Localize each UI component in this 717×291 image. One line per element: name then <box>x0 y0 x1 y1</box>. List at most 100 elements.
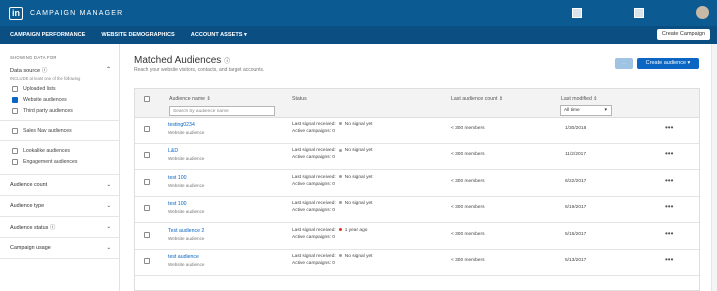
more-options-icon[interactable]: ••• <box>665 176 673 185</box>
more-options-icon[interactable]: ••• <box>665 149 673 158</box>
checkbox[interactable] <box>12 85 18 92</box>
help-icon[interactable]: ⓘ <box>224 59 230 65</box>
option-third-party-audiences[interactable]: Third party audiences <box>12 105 119 116</box>
section-label: Campaign usage <box>10 245 51 251</box>
signal-label: Last signal received: <box>292 201 336 207</box>
audience-count: < 300 members <box>451 231 485 237</box>
status-signal: Last signal received: No signal yet <box>292 122 372 127</box>
more-options-icon[interactable]: ••• <box>665 229 673 238</box>
avatar[interactable] <box>696 6 709 19</box>
option-sales-nav-audiences[interactable]: Sales Nav audiences <box>12 125 119 136</box>
help-icon[interactable]: ⓘ <box>50 225 55 231</box>
audience-type: Website audience <box>168 156 205 162</box>
nav-account-assets[interactable]: ACCOUNT ASSETS ▾ <box>191 32 247 38</box>
checkbox[interactable] <box>12 107 18 114</box>
signal-label: Last signal received: <box>292 254 336 259</box>
audience-name-link[interactable]: testing0234 <box>168 122 195 128</box>
active-campaigns: Active campaigns: 0 <box>292 208 335 214</box>
audience-name-link[interactable]: test audience <box>168 254 199 260</box>
row-checkbox[interactable] <box>144 258 150 264</box>
audience-type: Website audience <box>168 130 205 135</box>
table-row[interactable]: Test audience 2 Website audience Last si… <box>135 224 699 250</box>
option-website-audiences[interactable]: Website audiences <box>12 94 119 105</box>
row-checkbox[interactable] <box>144 152 150 159</box>
signal-label: Last signal received: <box>292 174 336 180</box>
option-label: Engagement audiences <box>23 158 78 165</box>
status-signal: Last signal received: No signal yet <box>292 175 372 180</box>
table-row[interactable]: test audience Website audience Last sign… <box>135 250 699 276</box>
last-modified: 11/2/2017 <box>565 152 586 158</box>
create-audience-button[interactable]: Create audience ▾ <box>637 58 699 69</box>
section-campaign-usage[interactable]: Campaign usage ⌄ <box>0 238 119 259</box>
option-lookalike-audiences[interactable]: Lookalike audiences <box>12 145 119 156</box>
data-source-header[interactable]: Data source ⓘ ⌃ <box>10 66 111 74</box>
section-audience-count[interactable]: Audience count ⌄ <box>0 175 119 196</box>
checkbox[interactable] <box>12 127 18 134</box>
audience-name-link[interactable]: Test audience 2 <box>168 228 204 234</box>
table-row[interactable]: testing0234 Website audience Last signal… <box>135 118 699 144</box>
more-options-icon[interactable]: ••• <box>665 123 673 132</box>
signal-value: 1 year ago <box>344 227 368 233</box>
linkedin-logo-icon[interactable]: in <box>9 6 23 20</box>
account-thumbnail-icon-2[interactable] <box>634 7 644 18</box>
more-options-icon[interactable]: ••• <box>665 255 673 264</box>
table-row[interactable]: L&D Website audience Last signal receive… <box>135 144 699 171</box>
nav-campaign-performance[interactable]: CAMPAIGN PERFORMANCE <box>10 32 85 38</box>
signal-value: No signal yet <box>344 174 373 180</box>
create-campaign-button[interactable]: Create Campaign <box>656 29 710 40</box>
divider <box>0 140 119 141</box>
header-last-modified[interactable]: Last modified ⇕ <box>561 96 598 102</box>
table-row[interactable]: test 100 Website audience Last signal re… <box>135 171 699 197</box>
audience-type: Website audience <box>168 262 205 267</box>
account-thumbnail-icon[interactable] <box>572 7 582 18</box>
audience-name-link[interactable]: L&D <box>168 148 178 154</box>
checkbox-checked[interactable] <box>12 96 18 103</box>
more-actions-button[interactable]: ··· <box>615 58 633 69</box>
page-title: Matched Audiences ⓘ <box>134 55 230 66</box>
row-checkbox[interactable] <box>144 231 150 238</box>
option-uploaded-lists[interactable]: Uploaded lists <box>12 83 119 94</box>
audiences-table: Audience name ⇕ Status Last audience cou… <box>134 88 700 291</box>
row-checkbox[interactable] <box>144 205 150 212</box>
header-audience-name[interactable]: Audience name ⇕ <box>169 96 211 102</box>
audience-name-link[interactable]: test 100 <box>168 201 186 207</box>
signal-label: Last signal received: <box>292 227 336 233</box>
scrollbar[interactable] <box>711 44 717 291</box>
top-bar: in CAMPAIGN MANAGER <box>0 0 717 26</box>
last-modified: 5/13/2017 <box>565 258 587 263</box>
option-engagement-audiences[interactable]: Engagement audiences <box>12 156 119 167</box>
checkbox[interactable] <box>12 158 18 165</box>
status-signal: Last signal received: 1 year ago <box>292 228 367 233</box>
app-title: CAMPAIGN MANAGER <box>30 9 124 17</box>
audience-name-link[interactable]: test 100 <box>168 175 186 181</box>
row-checkbox[interactable] <box>144 126 150 132</box>
nav-bar: CAMPAIGN PERFORMANCE WEBSITE DEMOGRAPHIC… <box>0 26 717 44</box>
divider <box>0 167 119 175</box>
chevron-down-icon: ⌄ <box>106 245 111 251</box>
last-modified: 6/22/2017 <box>565 178 587 184</box>
last-modified: 1/30/2018 <box>565 126 587 131</box>
status-dot-icon <box>338 175 342 179</box>
table-row[interactable]: test 100 Website audience Last signal re… <box>135 197 699 224</box>
date-range-select[interactable]: All time ▾ <box>560 105 612 116</box>
section-label-text: Audience status <box>10 225 49 231</box>
chevron-up-icon[interactable]: ⌃ <box>106 66 111 73</box>
more-options-icon[interactable]: ••• <box>665 202 673 211</box>
page-title-text: Matched Audiences <box>134 55 222 66</box>
status-dot-icon <box>338 254 342 258</box>
section-label: Audience type <box>10 203 45 209</box>
signal-value: No signal yet <box>344 148 373 154</box>
nav-website-demographics[interactable]: WEBSITE DEMOGRAPHICS <box>101 32 174 38</box>
search-input[interactable] <box>169 106 275 116</box>
help-icon[interactable]: ⓘ <box>42 68 48 74</box>
signal-value: No signal yet <box>344 201 373 207</box>
row-checkbox[interactable] <box>144 178 150 185</box>
checkbox[interactable] <box>12 147 18 154</box>
section-audience-status[interactable]: Audience status ⓘ ⌄ <box>0 217 119 238</box>
select-all-checkbox[interactable] <box>144 96 150 102</box>
chevron-down-icon: ⌄ <box>106 182 111 188</box>
section-audience-type[interactable]: Audience type ⌄ <box>0 196 119 217</box>
audience-type: Website audience <box>168 235 205 241</box>
filter-sidebar: SHOWING DATA FOR Data source ⓘ ⌃ INCLUDE… <box>0 44 120 291</box>
header-last-audience-count[interactable]: Last audience count ⇕ <box>451 96 503 102</box>
